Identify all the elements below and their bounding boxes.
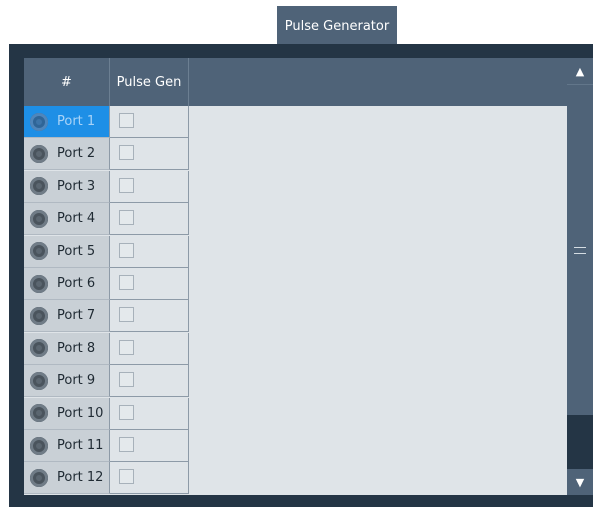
pulse-gen-checkbox[interactable] [119, 275, 134, 290]
port-connector-icon [30, 404, 48, 423]
port-label: Port 8 [57, 340, 96, 356]
pulse-gen-cell [110, 170, 189, 203]
port-connector-icon [30, 274, 48, 293]
scroll-down-button[interactable]: ▼ [567, 469, 593, 495]
column-header-number[interactable]: # [24, 58, 110, 106]
port-cell[interactable]: Port 8 [24, 332, 110, 365]
scroll-thumb[interactable] [567, 84, 593, 415]
tab-label: Pulse Generator [284, 18, 390, 34]
pulse-gen-checkbox[interactable] [119, 210, 134, 226]
pulse-gen-checkbox[interactable] [119, 113, 134, 128]
pulse-gen-cell [110, 332, 189, 365]
port-connector-icon [30, 242, 48, 261]
port-label: Port 5 [57, 243, 96, 259]
pulse-gen-checkbox[interactable] [119, 404, 134, 420]
column-header-pulse-gen[interactable]: Pulse Gen [110, 58, 189, 106]
port-cell[interactable]: Port 4 [24, 203, 110, 236]
port-label: Port 2 [57, 146, 96, 162]
pulse-gen-checkbox[interactable] [119, 177, 134, 193]
pulse-gen-checkbox[interactable] [119, 242, 134, 258]
port-label: Port 7 [57, 308, 96, 324]
table-row[interactable]: Port 8 [24, 332, 189, 365]
port-label: Port 1 [57, 114, 96, 129]
pulse-gen-cell [110, 106, 189, 138]
port-cell[interactable]: Port 6 [24, 268, 110, 300]
pulse-gen-cell [110, 268, 189, 300]
port-connector-icon [30, 468, 48, 487]
table-row[interactable]: Port 3 [24, 170, 189, 203]
table-row[interactable]: Port 12 [24, 462, 189, 495]
table-row[interactable]: Port 2 [24, 138, 189, 171]
port-label: Port 6 [57, 276, 96, 291]
port-connector-icon [30, 339, 48, 358]
grip-lines-icon [574, 246, 586, 254]
port-label: Port 4 [57, 211, 96, 227]
pulse-gen-cell [110, 203, 189, 236]
port-cell[interactable]: Port 3 [24, 170, 110, 203]
port-cell[interactable]: Port 1 [24, 106, 110, 138]
port-connector-icon [30, 436, 48, 455]
scroll-track[interactable] [567, 415, 593, 469]
port-connector-icon [30, 112, 48, 131]
port-table: # Pulse Gen Port 1 Port 2 Port 3 Port 4 Port… [24, 58, 567, 495]
table-header: # Pulse Gen [24, 58, 567, 106]
pulse-gen-cell [110, 300, 189, 333]
port-connector-icon [30, 209, 48, 228]
pulse-gen-checkbox[interactable] [119, 469, 134, 485]
table-row[interactable]: Port 9 [24, 365, 189, 398]
port-connector-icon [30, 177, 48, 196]
port-connector-icon [30, 306, 48, 325]
port-cell[interactable]: Port 12 [24, 462, 110, 495]
table-row[interactable]: Port 7 [24, 300, 189, 333]
arrow-down-icon: ▼ [575, 475, 585, 489]
port-cell[interactable]: Port 2 [24, 138, 110, 171]
pulse-gen-cell [110, 397, 189, 430]
table-row[interactable]: Port 1 [24, 106, 189, 138]
port-cell[interactable]: Port 11 [24, 430, 110, 462]
port-label: Port 12 [57, 470, 104, 486]
pulse-gen-cell [110, 235, 189, 268]
table-row[interactable]: Port 10 [24, 397, 189, 430]
table-row[interactable]: Port 4 [24, 203, 189, 236]
table-row[interactable]: Port 6 [24, 268, 189, 300]
pulse-gen-checkbox[interactable] [119, 372, 134, 388]
pulse-gen-cell [110, 138, 189, 171]
port-label: Port 3 [57, 178, 96, 194]
pulse-gen-checkbox[interactable] [119, 339, 134, 355]
pulse-gen-checkbox[interactable] [119, 307, 134, 323]
table-row[interactable]: Port 11 [24, 430, 189, 462]
port-connector-icon [30, 371, 48, 390]
table-row[interactable]: Port 5 [24, 235, 189, 268]
port-cell[interactable]: Port 7 [24, 300, 110, 333]
pulse-gen-cell [110, 462, 189, 495]
port-label: Port 9 [57, 373, 96, 389]
pulse-gen-cell [110, 365, 189, 398]
scroll-up-button[interactable]: ▲ [567, 58, 593, 84]
pulse-gen-cell [110, 430, 189, 462]
pulse-gen-checkbox[interactable] [119, 437, 134, 452]
vertical-scrollbar[interactable]: ▲ ▼ [567, 58, 593, 495]
port-label: Port 10 [57, 405, 104, 421]
tab-pulse-generator[interactable]: Pulse Generator [277, 6, 397, 46]
port-cell[interactable]: Port 9 [24, 365, 110, 398]
port-cell[interactable]: Port 10 [24, 397, 110, 430]
arrow-up-icon: ▲ [575, 64, 585, 78]
port-cell[interactable]: Port 5 [24, 235, 110, 268]
port-connector-icon [30, 144, 48, 163]
pulse-gen-checkbox[interactable] [119, 145, 134, 161]
port-label: Port 11 [57, 438, 104, 453]
